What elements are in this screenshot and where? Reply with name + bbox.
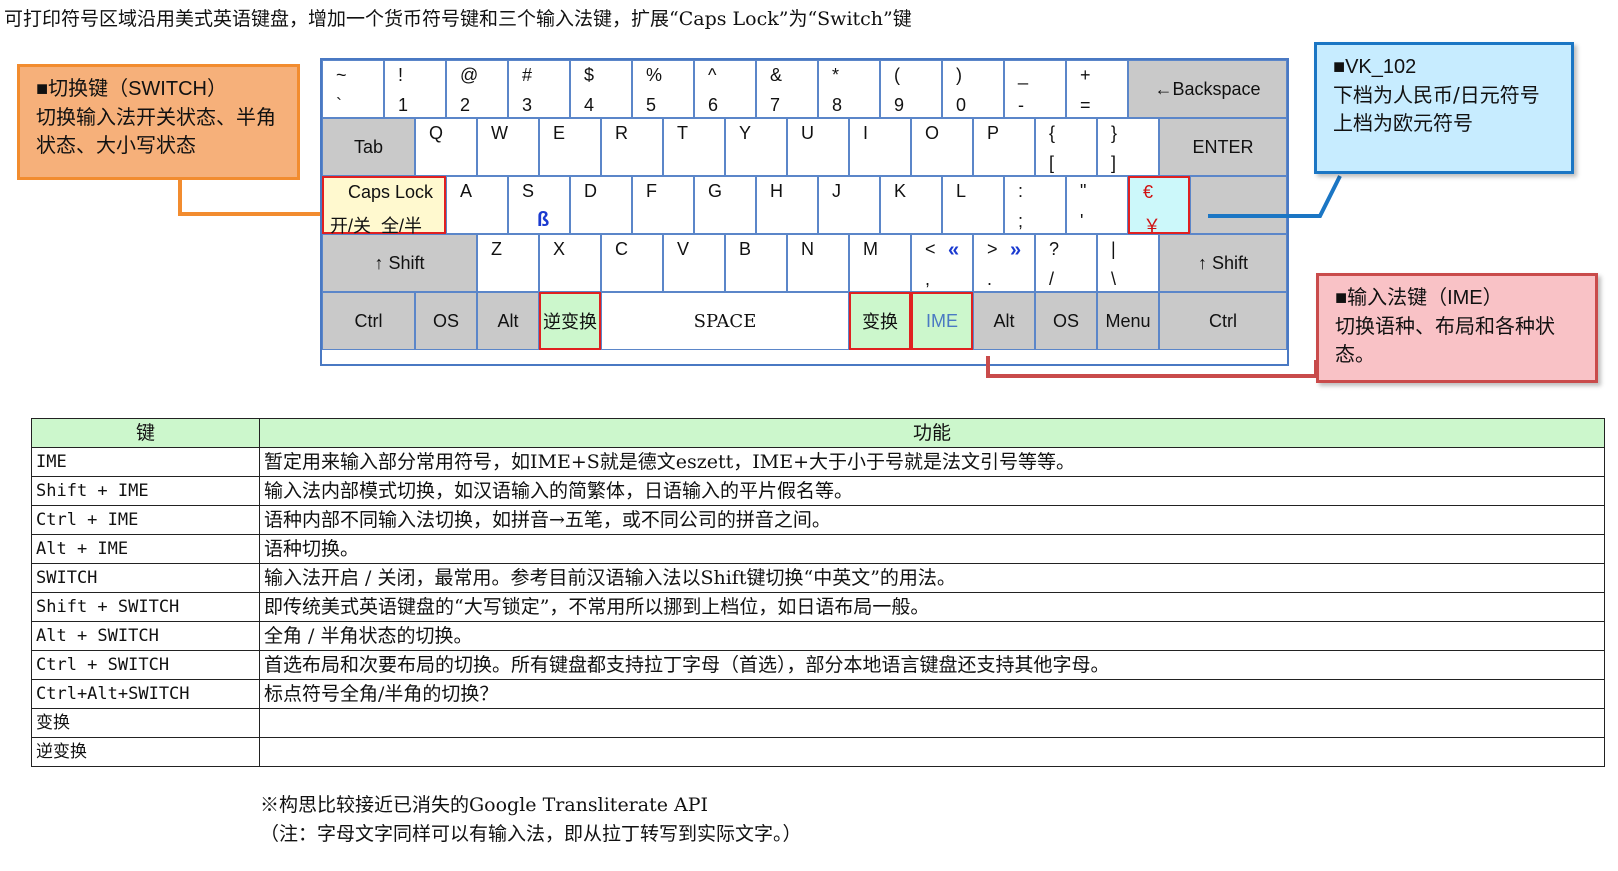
header-function: 功能 (259, 418, 1605, 448)
key-cell: Shift + SWITCH (31, 592, 260, 622)
ime-callout: ■输入法键（IME） 切换语种、布局和各种状态。 (1316, 273, 1598, 383)
ime-callout-body: 切换语种、布局和各种状态。 (1335, 314, 1555, 366)
switch-callout-body: 切换输入法开关状态、半角状态、大小写状态 (36, 105, 276, 157)
function-cell: 全角 / 半角状态的切换。 (259, 621, 1605, 651)
vk102-callout-line2: 上档为欧元符号 (1333, 111, 1473, 135)
key-cell: 逆变换 (31, 737, 260, 767)
table-row: Ctrl + SWITCH 首选布局和次要布局的切换。所有键盘都支持拉丁字母（首选… (31, 650, 1605, 680)
function-cell (259, 708, 1605, 738)
function-cell: 输入法内部模式切换，如汉语输入的简繁体，日语输入的平片假名等。 (259, 476, 1605, 506)
switch-callout: ■切换键（SWITCH） 切换输入法开关状态、半角状态、大小写状态 (17, 64, 300, 180)
function-cell: 暂定用来输入部分常用符号，如IME+S就是德文eszett，IME+大于小于号就… (259, 447, 1605, 477)
key-cell: Ctrl + SWITCH (31, 650, 260, 680)
function-cell: 即传统美式英语键盘的“大写锁定”，不常用所以挪到上档位，如日语布局一般。 (259, 592, 1605, 622)
table-row: Shift + SWITCH 即传统美式英语键盘的“大写锁定”，不常用所以挪到上档… (31, 592, 1605, 622)
table-row: Alt + SWITCH 全角 / 半角状态的切换。 (31, 621, 1605, 651)
key-cell: IME (31, 447, 260, 477)
key-cell: Shift + IME (31, 476, 260, 506)
key-cell: Ctrl + IME (31, 505, 260, 535)
key-cell: Alt + SWITCH (31, 621, 260, 651)
vk102-callout-title: ■VK_102 (1333, 56, 1417, 78)
function-cell: 标点符号全角/半角的切换？ (259, 679, 1605, 709)
table-row: Ctrl + IME 语种内部不同输入法切换，如拼音→五笔，或不同公司的拼音之间。 (31, 505, 1605, 535)
table-row: Shift + IME 输入法内部模式切换，如汉语输入的简繁体，日语输入的平片假名… (31, 476, 1605, 506)
function-cell: 首选布局和次要布局的切换。所有键盘都支持拉丁字母（首选），部分本地语言键盘还支持… (259, 650, 1605, 680)
switch-connector (178, 180, 320, 216)
key-cell: SWITCH (31, 563, 260, 593)
function-cell (259, 737, 1605, 767)
table-row: 变换 (31, 708, 1605, 738)
table-row: 逆变换 (31, 737, 1605, 767)
table-row: IME 暂定用来输入部分常用符号，如IME+S就是德文eszett，IME+大于小… (31, 447, 1605, 477)
function-cell: 输入法开启 / 关闭，最常用。参考目前汉语输入法以Shift键切换“中英文”的用… (259, 563, 1605, 593)
vk102-callout-line1: 下档为人民币/日元符号 (1333, 83, 1540, 107)
key-cell: Alt + IME (31, 534, 260, 564)
vk102-connector (1208, 175, 1342, 218)
note-line-2: （注：字母文字同样可以有输入法，即从拉丁转写到实际文字。） (260, 823, 802, 845)
vk102-callout: ■VK_102 下档为人民币/日元符号 上档为欧元符号 (1314, 42, 1574, 174)
key-cell: Ctrl+Alt+SWITCH (31, 679, 260, 709)
table-header-row: 键 功能 (31, 418, 1605, 448)
table-row: SWITCH 输入法开启 / 关闭，最常用。参考目前汉语输入法以Shift键切换“… (31, 563, 1605, 593)
note-line-1: ※构思比较接近已消失的Google Transliterate API (260, 794, 709, 816)
switch-callout-title: ■切换键（SWITCH） (36, 78, 227, 100)
table-row: Alt + IME 语种切换。 (31, 534, 1605, 564)
header-key: 键 (31, 418, 260, 448)
key-cell: 变换 (31, 708, 260, 738)
ime-connector (986, 356, 1318, 378)
table-row: Ctrl+Alt+SWITCH 标点符号全角/半角的切换？ (31, 679, 1605, 709)
function-cell: 语种内部不同输入法切换，如拼音→五笔，或不同公司的拼音之间。 (259, 505, 1605, 535)
function-cell: 语种切换。 (259, 534, 1605, 564)
ime-callout-title: ■输入法键（IME） (1335, 287, 1503, 309)
function-table: 键 功能 IME 暂定用来输入部分常用符号，如IME+S就是德文eszett，IM… (31, 418, 1605, 767)
